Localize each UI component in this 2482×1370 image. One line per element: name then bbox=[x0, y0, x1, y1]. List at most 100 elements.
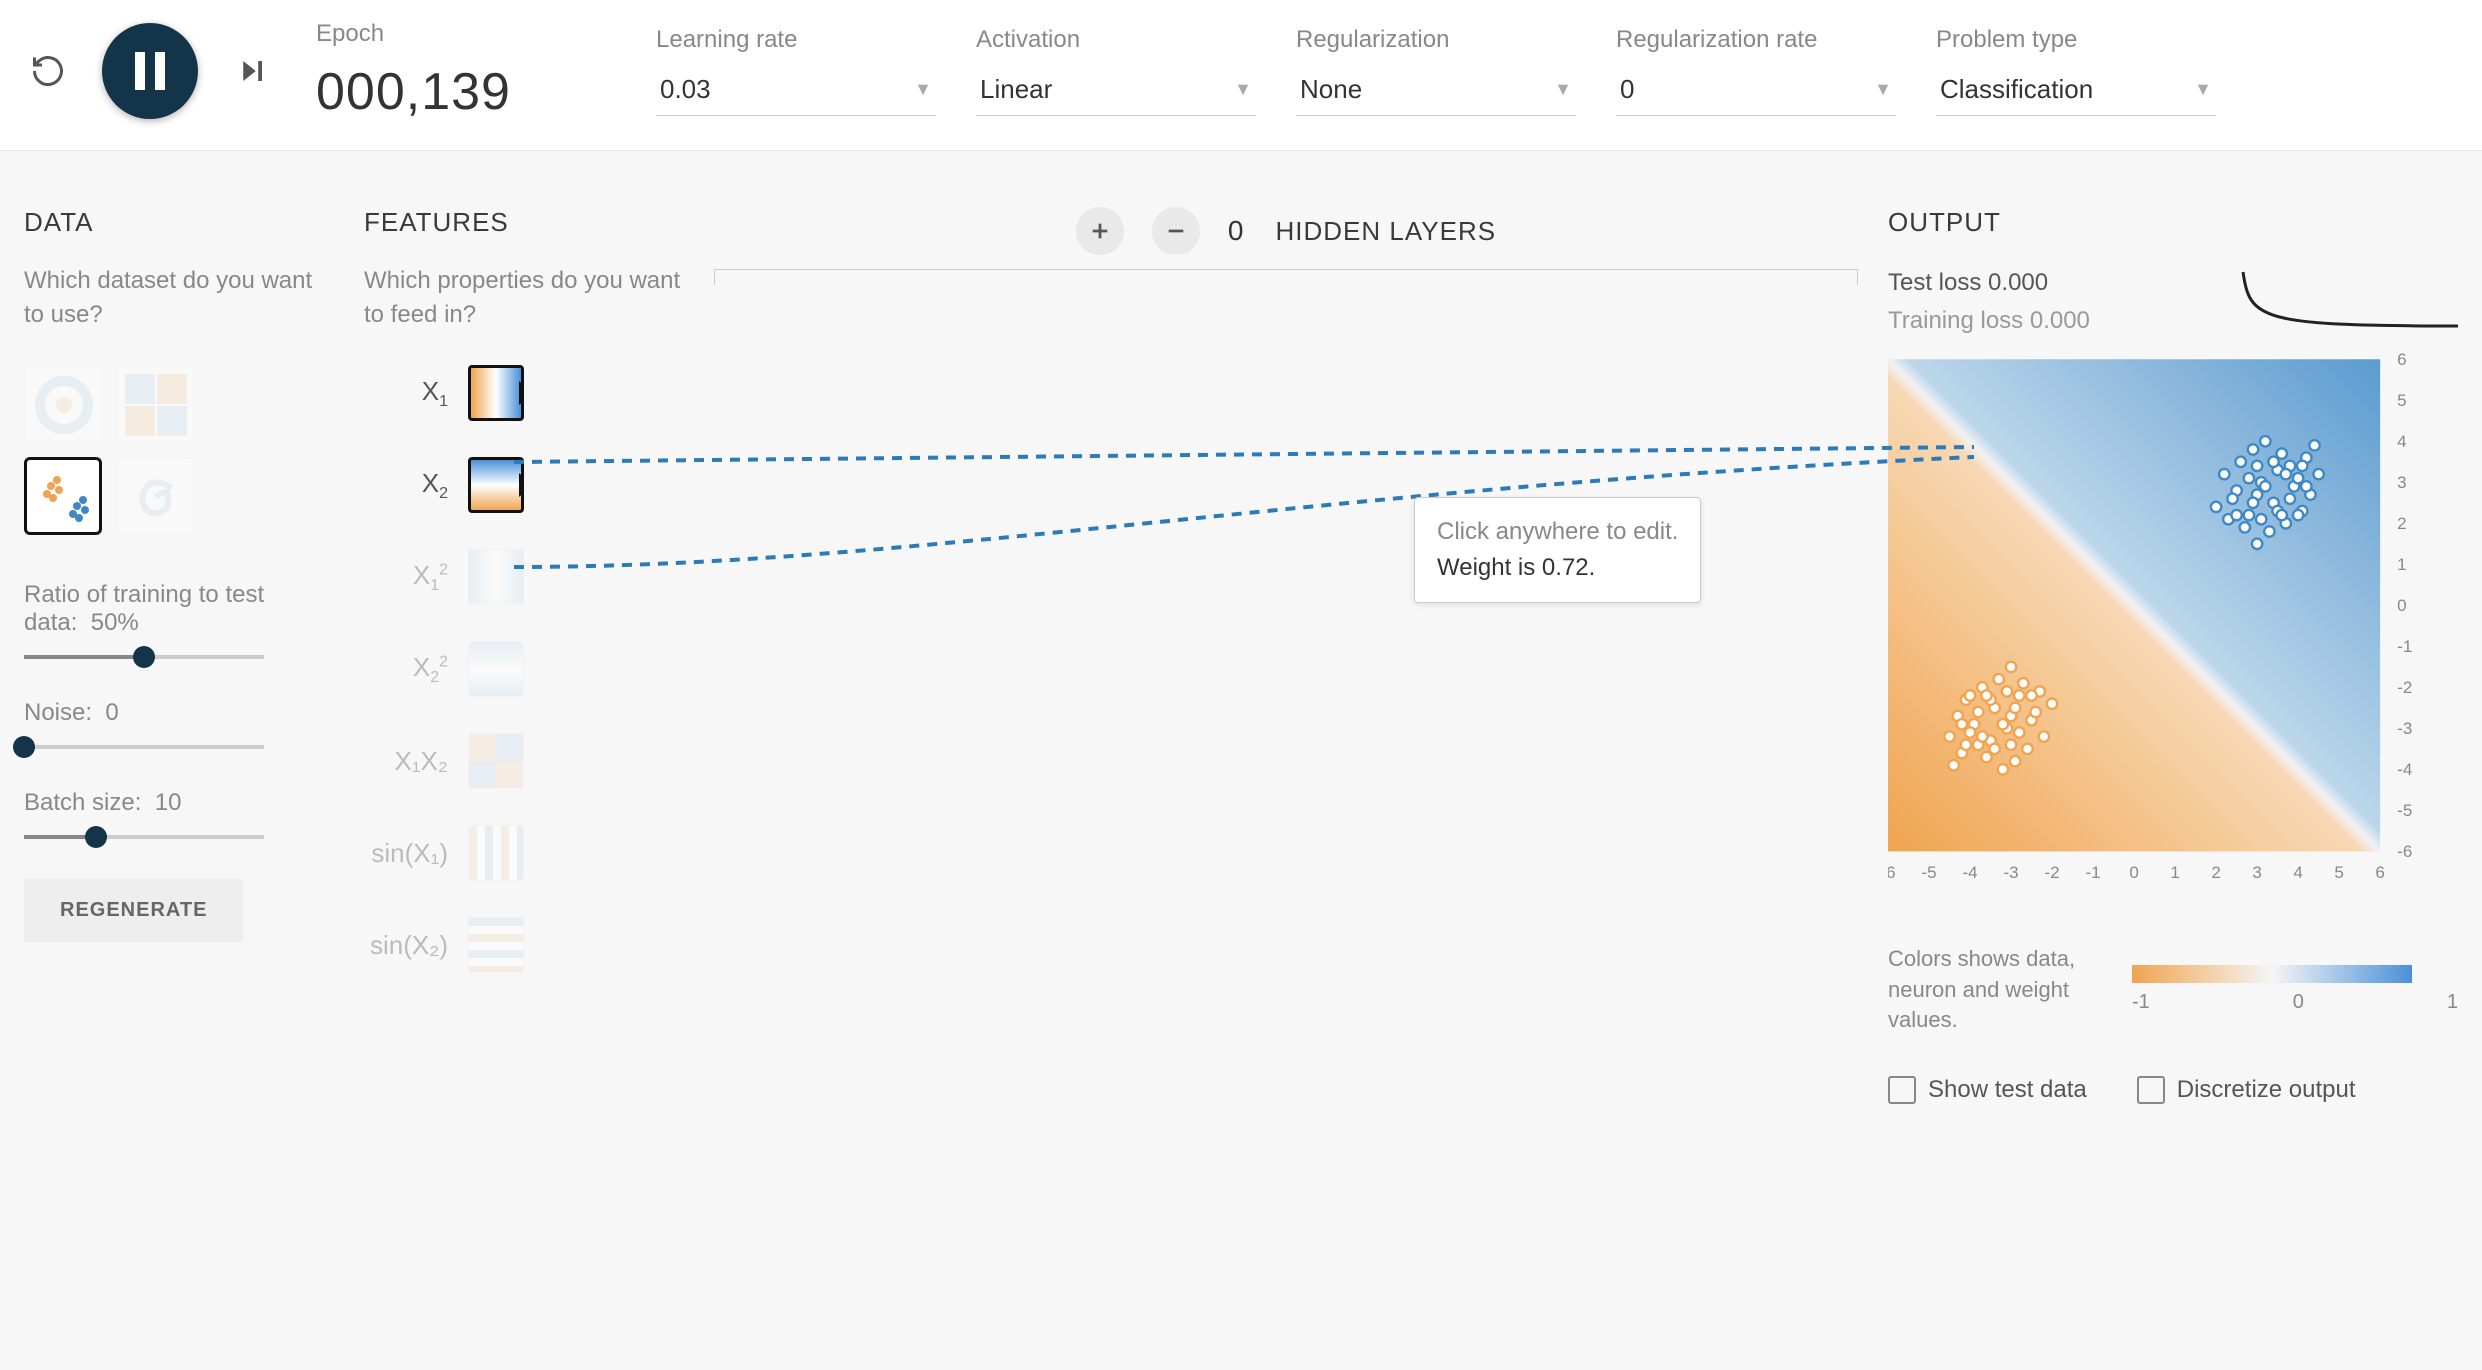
feature-toggle[interactable] bbox=[468, 641, 524, 697]
reset-button[interactable] bbox=[24, 47, 72, 95]
svg-text:-6: -6 bbox=[2397, 842, 2412, 861]
checkbox-icon bbox=[1888, 1076, 1916, 1104]
dataset-spiral[interactable] bbox=[116, 457, 194, 535]
feature-toggle[interactable] bbox=[468, 917, 524, 973]
tooltip-line2: Weight is 0.72. bbox=[1437, 550, 1678, 586]
feature-label: X2 bbox=[364, 468, 448, 503]
svg-text:-3: -3 bbox=[2397, 719, 2412, 738]
legend-max: 1 bbox=[2447, 991, 2458, 1014]
dataset-gauss[interactable] bbox=[24, 457, 102, 535]
svg-text:6: 6 bbox=[2397, 350, 2406, 369]
feature-row: X12 bbox=[364, 549, 684, 605]
svg-text:-5: -5 bbox=[1921, 863, 1936, 882]
output-title: OUTPUT bbox=[1888, 207, 2458, 238]
feature-label: X1 bbox=[364, 376, 448, 411]
feature-label: X22 bbox=[364, 652, 448, 687]
data-column: DATA Which dataset do you want to use? R… bbox=[24, 207, 334, 1104]
chevron-down-icon: ▼ bbox=[1554, 79, 1572, 100]
regularization-rate-select[interactable]: 0 ▼ bbox=[1616, 68, 1896, 116]
feature-toggle[interactable] bbox=[468, 825, 524, 881]
feature-row: X22 bbox=[364, 641, 684, 697]
svg-text:3: 3 bbox=[2252, 863, 2261, 882]
feature-row: sin(X₁) bbox=[364, 825, 684, 881]
hidden-layers-count: 0 bbox=[1228, 215, 1244, 247]
feature-row: sin(X₂) bbox=[364, 917, 684, 973]
output-heatmap[interactable]: -6-6-5-5-4-4-3-3-2-2-1-100112233445566 bbox=[1888, 349, 2418, 909]
activation-value: Linear bbox=[980, 74, 1052, 105]
chevron-down-icon: ▼ bbox=[1874, 79, 1892, 100]
noise-slider-block: Noise: 0 bbox=[24, 699, 334, 749]
activation-block: Activation Linear ▼ bbox=[976, 26, 1256, 116]
feature-label: X₁X₂ bbox=[364, 746, 448, 777]
regenerate-button[interactable]: REGENERATE bbox=[24, 879, 243, 942]
layers-bracket bbox=[714, 269, 1858, 270]
svg-text:-4: -4 bbox=[2397, 760, 2412, 779]
svg-text:4: 4 bbox=[2397, 432, 2406, 451]
ratio-slider-block: Ratio of training to test data: 50% bbox=[24, 581, 334, 659]
show-test-checkbox[interactable]: Show test data bbox=[1888, 1076, 2087, 1104]
feature-label: sin(X₁) bbox=[364, 838, 448, 869]
epoch-label: Epoch bbox=[316, 20, 616, 48]
feature-label: sin(X₂) bbox=[364, 930, 448, 961]
svg-text:-1: -1 bbox=[2085, 863, 2100, 882]
data-subtitle: Which dataset do you want to use? bbox=[24, 264, 334, 331]
svg-text:-5: -5 bbox=[2397, 801, 2412, 820]
feature-toggle[interactable] bbox=[468, 733, 524, 789]
svg-text:-6: -6 bbox=[1888, 863, 1896, 882]
svg-text:0: 0 bbox=[2397, 596, 2406, 615]
svg-text:-1: -1 bbox=[2397, 637, 2412, 656]
feature-label: X12 bbox=[364, 560, 448, 595]
learning-rate-value: 0.03 bbox=[660, 74, 711, 105]
step-button[interactable] bbox=[228, 47, 276, 95]
dataset-xor[interactable] bbox=[116, 365, 194, 443]
svg-text:2: 2 bbox=[2397, 514, 2406, 533]
problem-type-select[interactable]: Classification ▼ bbox=[1936, 68, 2216, 116]
ratio-slider[interactable] bbox=[24, 655, 264, 659]
network-wires bbox=[514, 267, 1974, 767]
epoch-block: Epoch 000,139 bbox=[316, 20, 616, 122]
activation-select[interactable]: Linear ▼ bbox=[976, 68, 1256, 116]
chevron-down-icon: ▼ bbox=[914, 79, 932, 100]
tooltip-line1: Click anywhere to edit. bbox=[1437, 514, 1678, 550]
data-title: DATA bbox=[24, 207, 334, 238]
problem-type-label: Problem type bbox=[1936, 26, 2216, 54]
learning-rate-select[interactable]: 0.03 ▼ bbox=[656, 68, 936, 116]
svg-text:6: 6 bbox=[2375, 863, 2384, 882]
weight-tooltip[interactable]: Click anywhere to edit. Weight is 0.72. bbox=[1414, 497, 1701, 603]
batch-label: Batch size: 10 bbox=[24, 789, 334, 817]
dataset-circle[interactable] bbox=[24, 365, 102, 443]
svg-text:-4: -4 bbox=[1962, 863, 1977, 882]
playback-controls bbox=[24, 23, 276, 119]
regularization-rate-value: 0 bbox=[1620, 74, 1634, 105]
regularization-rate-block: Regularization rate 0 ▼ bbox=[1616, 26, 1896, 116]
play-pause-button[interactable] bbox=[102, 23, 198, 119]
batch-slider[interactable] bbox=[24, 835, 264, 839]
features-list: X1 X2 X12 X22 X₁X₂ sin(X₁) sin(X₂) bbox=[364, 365, 684, 973]
svg-text:-2: -2 bbox=[2397, 678, 2412, 697]
regularization-label: Regularization bbox=[1296, 26, 1576, 54]
problem-type-value: Classification bbox=[1940, 74, 2093, 105]
feature-toggle[interactable] bbox=[468, 549, 524, 605]
svg-text:-3: -3 bbox=[2003, 863, 2018, 882]
add-layer-button[interactable] bbox=[1076, 207, 1124, 255]
learning-rate-block: Learning rate 0.03 ▼ bbox=[656, 26, 936, 116]
feature-toggle[interactable] bbox=[468, 365, 524, 421]
discretize-checkbox[interactable]: Discretize output bbox=[2137, 1076, 2356, 1104]
legend-gradient: -1 0 1 bbox=[2132, 965, 2458, 1014]
chevron-down-icon: ▼ bbox=[2194, 79, 2212, 100]
legend-min: -1 bbox=[2132, 991, 2150, 1014]
legend-row: Colors shows data, neuron and weight val… bbox=[1888, 944, 2458, 1036]
regularization-select[interactable]: None ▼ bbox=[1296, 68, 1576, 116]
remove-layer-button[interactable] bbox=[1152, 207, 1200, 255]
ratio-label: Ratio of training to test data: 50% bbox=[24, 581, 334, 637]
noise-slider[interactable] bbox=[24, 745, 264, 749]
svg-text:-2: -2 bbox=[2044, 863, 2059, 882]
feature-row: X2 bbox=[364, 457, 684, 513]
svg-text:4: 4 bbox=[2293, 863, 2302, 882]
feature-toggle[interactable] bbox=[468, 457, 524, 513]
network-header: 0 HIDDEN LAYERS bbox=[714, 207, 1858, 255]
learning-rate-label: Learning rate bbox=[656, 26, 936, 54]
features-subtitle: Which properties do you want to feed in? bbox=[364, 264, 684, 331]
legend-mid: 0 bbox=[2293, 991, 2304, 1014]
checkbox-icon bbox=[2137, 1076, 2165, 1104]
